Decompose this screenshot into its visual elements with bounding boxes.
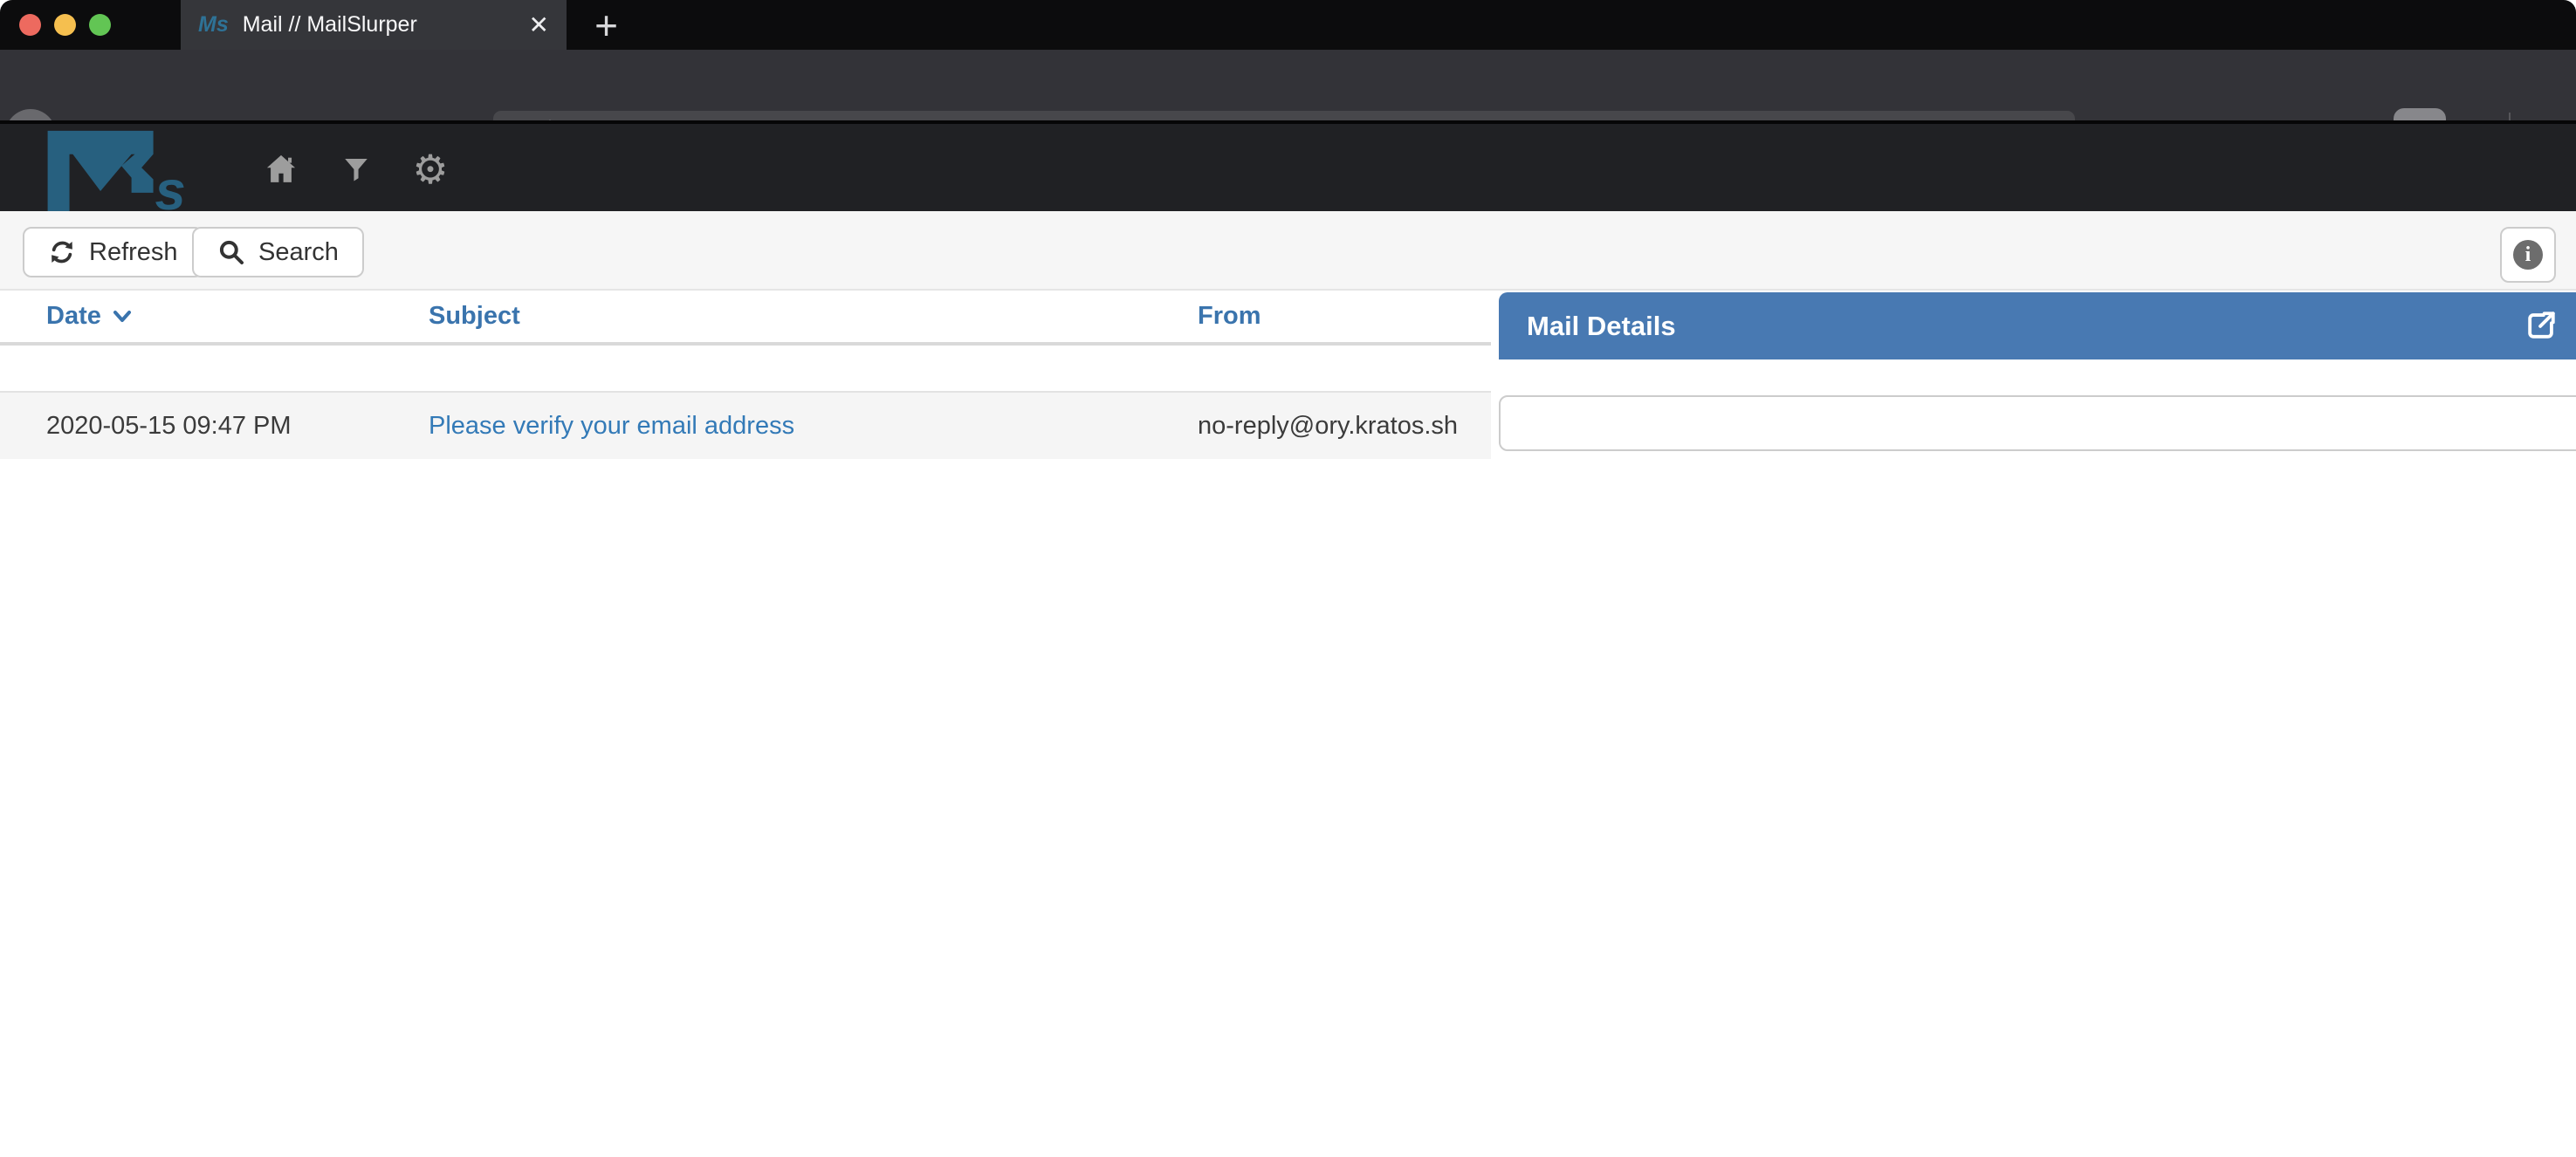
sort-desc-chevron-icon [112, 309, 133, 325]
mailslurper-logo: s [23, 127, 223, 211]
nav-home-button[interactable] [262, 150, 300, 188]
nav-filter-button[interactable] [337, 150, 375, 188]
nav-settings-button[interactable]: ⚙ [411, 150, 450, 188]
mail-table-row: 2020-05-15 09:47 PM Please verify your e… [0, 391, 1491, 459]
open-in-new-window-button[interactable] [2522, 306, 2560, 345]
browser-tab[interactable]: Ms Mail // MailSlurper ✕ [181, 0, 567, 50]
minimize-window-button[interactable] [54, 14, 76, 36]
close-window-button[interactable] [19, 14, 41, 36]
traffic-lights [19, 14, 111, 36]
refresh-label: Refresh [89, 238, 178, 267]
maximize-window-button[interactable] [89, 14, 111, 36]
mail-date-cell: 2020-05-15 09:47 PM [46, 412, 429, 441]
mail-details-header: Mail Details [1499, 292, 2576, 359]
gear-icon: ⚙ [412, 149, 448, 189]
mailslurper-favicon-icon: Ms [198, 12, 229, 38]
logo-s: s [155, 161, 185, 211]
new-tab-button[interactable]: + [581, 0, 631, 50]
refresh-button[interactable]: Refresh [23, 227, 203, 277]
external-link-icon [2522, 306, 2560, 345]
mail-subject-link[interactable]: Please verify your email address [429, 412, 794, 440]
search-button[interactable]: Search [192, 227, 364, 277]
column-header-subject[interactable]: Subject [429, 302, 1198, 331]
app-toolbar: Refresh Search i [0, 211, 2576, 291]
column-header-from[interactable]: From [1198, 302, 1491, 331]
empty-table-row [0, 346, 1491, 391]
browser-toolbar: 127.0.0.1:4436 ••• uO [0, 50, 2576, 120]
search-icon [217, 238, 245, 266]
filter-icon [341, 154, 371, 184]
refresh-icon [48, 238, 76, 266]
search-label: Search [258, 238, 339, 267]
info-icon: i [2513, 240, 2543, 270]
about-button[interactable]: i [2500, 227, 2556, 283]
mailslurper-navbar: s ⚙ [0, 120, 2576, 211]
mail-details-title: Mail Details [1527, 311, 1676, 342]
mail-table-header-row: Date Subject From [0, 291, 1491, 346]
home-icon [263, 151, 299, 188]
browser-tab-bar: Ms Mail // MailSlurper ✕ + [0, 0, 2576, 50]
mail-list-table: Date Subject From 2020-05-15 09:47 PM Pl… [0, 291, 1491, 459]
column-header-date[interactable]: Date [46, 302, 429, 331]
mail-details-body [1499, 395, 2576, 451]
mail-from-cell: no-reply@ory.kratos.sh [1198, 412, 1491, 441]
mail-details-panel: Mail Details [1499, 292, 2576, 451]
mail-subject-cell: Please verify your email address [429, 412, 1198, 441]
close-tab-icon[interactable]: ✕ [529, 13, 549, 38]
tab-title: Mail // MailSlurper [243, 12, 515, 38]
